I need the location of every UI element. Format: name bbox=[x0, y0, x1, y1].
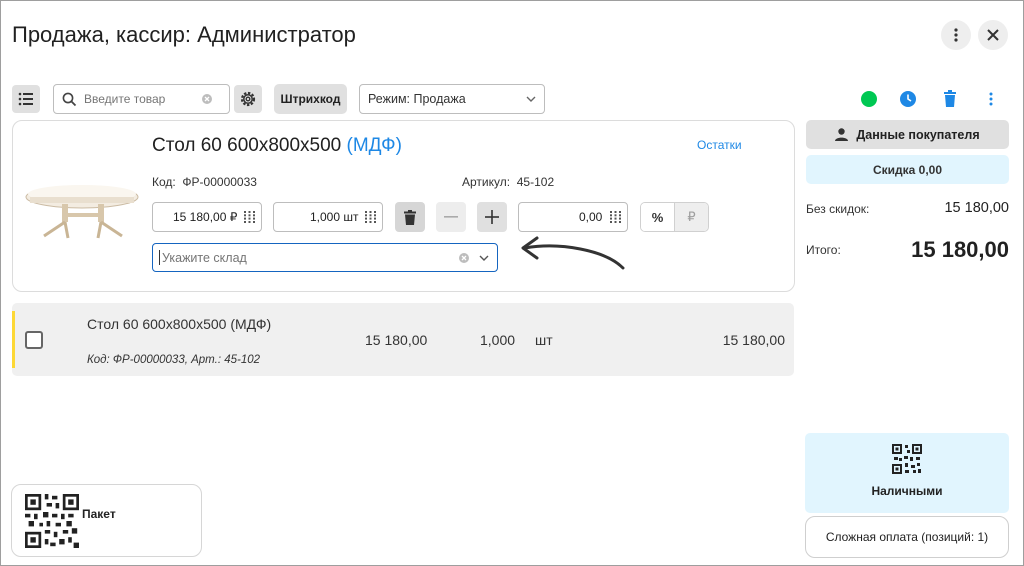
product-name-text: Стол 60 600x800x500 bbox=[152, 135, 347, 156]
clock-icon[interactable] bbox=[900, 91, 916, 107]
warehouse-select[interactable] bbox=[152, 243, 498, 272]
row-quantity: 1,000 bbox=[480, 332, 516, 348]
barcode-button[interactable]: Штрихкод bbox=[274, 84, 347, 114]
complex-payment-button[interactable]: Сложная оплата (позиций: 1) bbox=[805, 516, 1009, 558]
stock-link[interactable]: Остатки bbox=[697, 138, 742, 152]
mode-select-value: Режим: Продажа bbox=[368, 92, 466, 106]
row-checkbox[interactable] bbox=[25, 331, 43, 349]
status-online-indicator[interactable] bbox=[861, 91, 877, 107]
code-value: ФР-00000033 bbox=[182, 175, 257, 189]
gear-icon bbox=[240, 91, 256, 107]
calculator-icon[interactable] bbox=[244, 211, 255, 223]
trash-icon bbox=[404, 209, 416, 225]
without-discount-label: Без скидок: bbox=[806, 202, 870, 216]
price-field[interactable]: 15 180,00 ₽ bbox=[152, 202, 262, 232]
ruble-option[interactable]: ₽ bbox=[675, 203, 708, 231]
article-value: 45-102 bbox=[516, 175, 555, 189]
mode-select[interactable]: Режим: Продажа bbox=[359, 84, 545, 114]
discount-value: 0,00 bbox=[579, 210, 603, 224]
table-row[interactable]: Стол 60 600x800x500 (МДФ) Код: ФР-000000… bbox=[12, 303, 794, 376]
product-name: Стол 60 600x800x500 (МДФ) bbox=[152, 135, 402, 157]
discount-button[interactable]: Скидка 0,00 bbox=[806, 155, 1009, 184]
row-total: 15 180,00 bbox=[722, 332, 785, 348]
row-unit: шт bbox=[535, 332, 553, 348]
close-button[interactable] bbox=[978, 20, 1008, 50]
decrease-quantity-button[interactable] bbox=[436, 202, 466, 232]
delete-item-button[interactable] bbox=[395, 202, 425, 232]
customer-data-button[interactable]: Данные покупателя bbox=[806, 120, 1009, 149]
row-name: Стол 60 600x800x500 (МДФ) bbox=[87, 316, 272, 332]
quantity-value: 1,000 шт bbox=[310, 210, 359, 224]
cash-payment-button[interactable]: Наличными bbox=[805, 433, 1009, 513]
cash-payment-label: Наличными bbox=[871, 484, 943, 498]
row-price: 15 180,00 bbox=[365, 332, 428, 348]
calculator-icon[interactable] bbox=[365, 211, 376, 223]
more-menu-button[interactable] bbox=[941, 20, 971, 50]
quantity-field[interactable]: 1,000 шт bbox=[273, 202, 383, 232]
qr-code-icon bbox=[25, 494, 79, 548]
warehouse-input[interactable] bbox=[162, 250, 422, 265]
search-icon bbox=[62, 92, 77, 106]
page-title: Продажа, кассир: Администратор bbox=[12, 22, 356, 47]
person-icon bbox=[835, 128, 849, 141]
plus-icon bbox=[485, 210, 499, 224]
product-code: Код: ФР-00000033 bbox=[152, 175, 257, 189]
row-marker bbox=[12, 311, 15, 368]
price-value: 15 180,00 ₽ bbox=[173, 210, 238, 224]
code-label: Код: bbox=[152, 175, 176, 189]
total-label: Итого: bbox=[806, 243, 841, 257]
clear-icon[interactable] bbox=[202, 94, 212, 104]
annotation-arrow bbox=[521, 236, 625, 270]
increase-quantity-button[interactable] bbox=[477, 202, 507, 232]
clear-icon[interactable] bbox=[459, 252, 469, 263]
package-button[interactable]: Пакет bbox=[11, 484, 202, 557]
customer-data-label: Данные покупателя bbox=[856, 127, 980, 142]
chevron-down-icon bbox=[526, 96, 536, 102]
discount-type-toggle[interactable]: % ₽ bbox=[640, 202, 709, 232]
product-search[interactable] bbox=[53, 84, 230, 114]
more-vertical-icon[interactable] bbox=[984, 91, 998, 107]
text-cursor bbox=[159, 250, 160, 265]
delete-icon[interactable] bbox=[943, 90, 957, 107]
product-image bbox=[25, 185, 139, 239]
more-vertical-icon bbox=[954, 28, 958, 42]
search-input[interactable] bbox=[84, 92, 202, 106]
qr-code-icon bbox=[892, 444, 922, 474]
product-article: Артикул: 45-102 bbox=[462, 175, 554, 189]
chevron-down-icon bbox=[479, 255, 489, 261]
search-settings-button[interactable] bbox=[234, 85, 262, 113]
percent-option[interactable]: % bbox=[641, 203, 675, 231]
product-name-highlight: (МДФ) bbox=[346, 135, 402, 156]
package-label: Пакет bbox=[82, 507, 116, 521]
without-discount-value: 15 180,00 bbox=[944, 200, 1009, 216]
article-label: Артикул: bbox=[462, 175, 511, 189]
total-value: 15 180,00 bbox=[911, 237, 1009, 262]
minus-icon bbox=[444, 216, 458, 218]
calculator-icon[interactable] bbox=[610, 211, 621, 223]
row-code: Код: ФР-00000033, Арт.: 45-102 bbox=[87, 354, 261, 366]
close-icon bbox=[987, 29, 999, 41]
list-icon bbox=[18, 92, 33, 106]
list-view-button[interactable] bbox=[12, 85, 40, 113]
